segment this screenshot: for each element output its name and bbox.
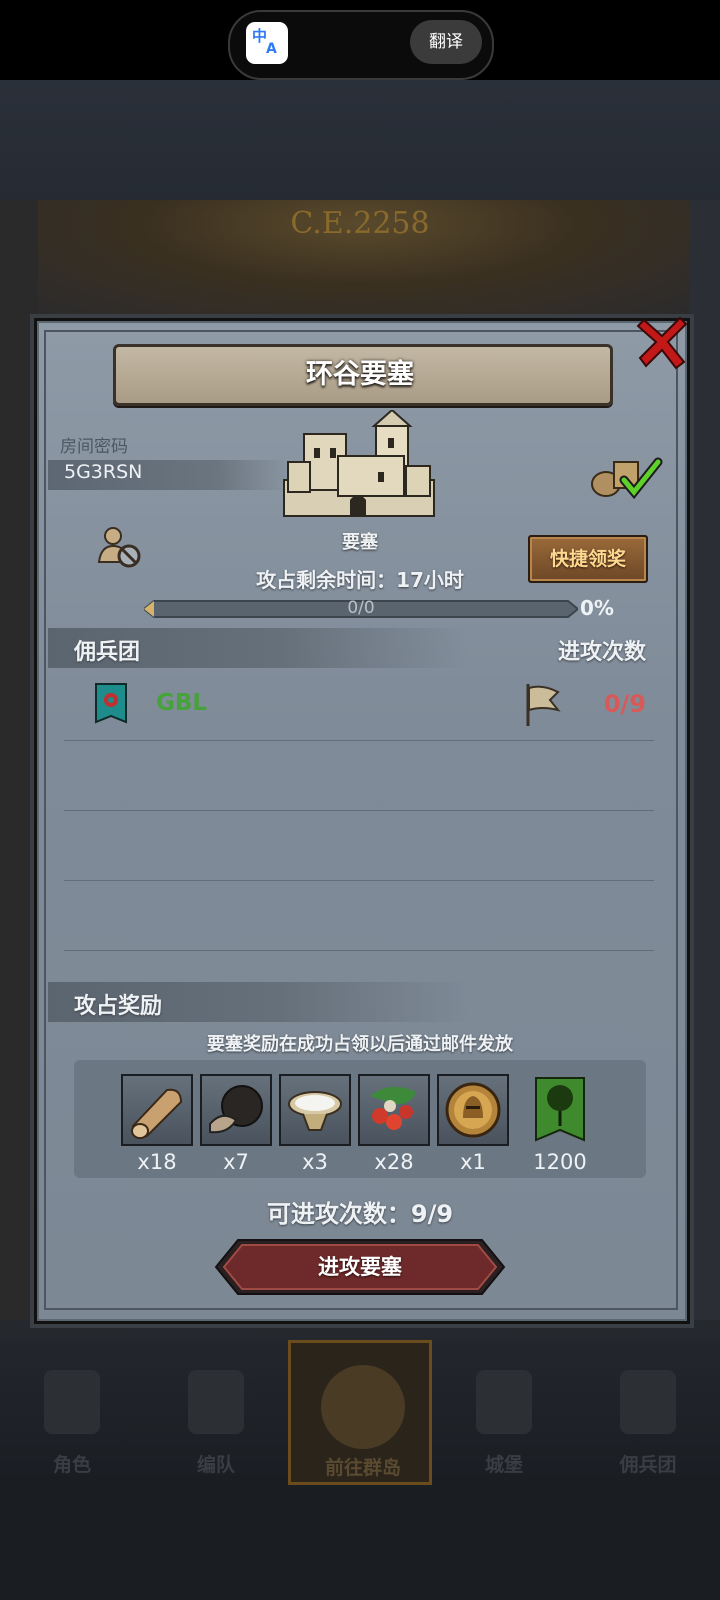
attack-fortress-button[interactable]: 进攻要塞 — [214, 1238, 506, 1296]
building-name: 要塞 — [342, 532, 378, 553]
truffle-icon — [200, 1074, 272, 1146]
nav-label-mercenary: 佣兵团 — [619, 1454, 677, 1476]
castle-icon — [476, 1370, 532, 1434]
berries-icon — [358, 1074, 430, 1146]
nav-label-castle: 城堡 — [484, 1454, 523, 1476]
bottom-nav: 角色 编队 前往群岛 城堡 佣兵团 — [0, 1340, 720, 1485]
reward-item-salt[interactable]: x3 — [279, 1074, 351, 1174]
reward-qty: 1200 — [533, 1150, 587, 1174]
reward-item-berries[interactable]: x28 — [358, 1074, 430, 1174]
reward-item-medal[interactable]: x1 — [437, 1074, 509, 1174]
knight-medal-icon — [437, 1074, 509, 1146]
reward-qty: x28 — [374, 1150, 414, 1174]
wood-log-icon — [121, 1074, 193, 1146]
armored-knight-icon — [188, 1370, 244, 1434]
reward-item-truffle[interactable]: x7 — [200, 1074, 272, 1174]
green-tree-banner-icon — [520, 1074, 600, 1146]
list-divider — [64, 950, 654, 951]
guild-emblem-icon — [94, 682, 128, 728]
attack-count-header: 进攻次数 — [557, 640, 646, 665]
nav-label-go-islands: 前往群岛 — [324, 1457, 401, 1479]
mercenary-header: 佣兵团 — [74, 640, 141, 665]
translate-app-icon[interactable]: 中 A — [246, 22, 288, 64]
salt-bowl-icon — [279, 1074, 351, 1146]
translate-glyph-a: A — [266, 41, 277, 57]
nav-item-castle[interactable]: 城堡 — [432, 1340, 576, 1485]
compass-icon — [321, 1365, 405, 1449]
reward-item-wood[interactable]: x18 — [121, 1074, 193, 1174]
room-password-value[interactable]: 5G3RSN — [64, 461, 142, 483]
translate-button[interactable]: 翻译 — [410, 20, 482, 64]
rewards-note: 要塞奖励在成功占领以后通过邮件发放 — [207, 1034, 513, 1055]
warship-icon — [620, 1370, 676, 1434]
list-divider — [64, 810, 654, 811]
progress-fraction: 0/0 — [347, 598, 375, 618]
reward-qty: x1 — [460, 1150, 486, 1174]
guild-name[interactable]: GBL — [156, 690, 207, 716]
claimed-bags-icon — [586, 454, 666, 500]
nav-item-formation[interactable]: 编队 — [144, 1340, 288, 1485]
translate-glyph-zh: 中 — [252, 27, 268, 45]
guild-attack-count: 0/9 — [603, 690, 646, 718]
modal-title: 环谷要塞 — [306, 359, 414, 390]
left-edge-shadow — [0, 200, 38, 1320]
nav-label-character: 角色 — [52, 1454, 91, 1476]
white-flag-icon — [522, 682, 562, 728]
room-password-label: 房间密码 — [60, 437, 128, 457]
reward-qty: x18 — [137, 1150, 177, 1174]
nav-label-formation: 编队 — [196, 1454, 235, 1476]
reward-item-banner[interactable]: 1200 — [520, 1074, 600, 1174]
close-icon — [636, 316, 688, 370]
nav-item-mercenary[interactable]: 佣兵团 — [576, 1340, 720, 1485]
bottom-filler — [0, 1485, 720, 1600]
list-divider — [64, 880, 654, 881]
capture-timer: 攻占剩余时间：17小时 — [256, 568, 464, 592]
close-button[interactable] — [636, 314, 688, 370]
year-indicator: C.E.2258 — [290, 206, 430, 241]
knight-helmet-icon — [44, 1370, 100, 1434]
nav-item-go-islands[interactable]: 前往群岛 — [288, 1340, 432, 1485]
no-entry-person-icon[interactable] — [97, 524, 143, 570]
right-edge-shadow — [690, 200, 720, 1320]
fortress-icon — [278, 408, 440, 524]
reward-qty: x7 — [223, 1150, 249, 1174]
nav-item-character[interactable]: 角色 — [0, 1340, 144, 1485]
progress-percent: 0% — [580, 596, 614, 620]
attacks-available: 可进攻次数：9/9 — [266, 1200, 454, 1228]
reward-qty: x3 — [302, 1150, 328, 1174]
list-divider — [64, 740, 654, 741]
rewards-header: 攻占奖励 — [74, 994, 163, 1019]
